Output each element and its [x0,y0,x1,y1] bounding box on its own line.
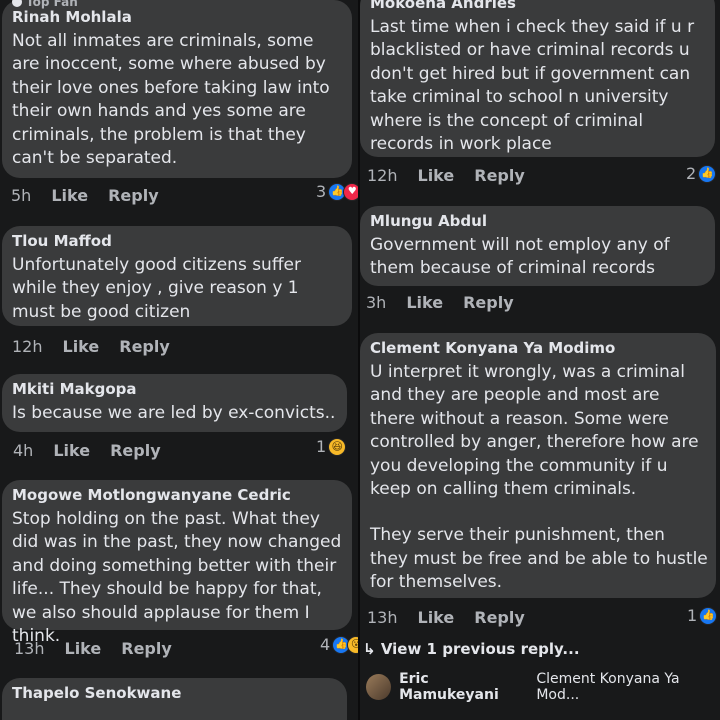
like-button[interactable]: Like [53,441,90,460]
comment-bubble: Mlungu Abdul Government will not employ … [360,206,715,286]
comment-author[interactable]: Mokoena Andries [370,0,707,13]
love-reaction-icon: ♥ [343,182,358,201]
like-button[interactable]: Like [418,608,455,627]
top-fan-icon [12,0,22,7]
like-button[interactable]: Like [63,337,100,356]
comment-text: They serve their punishment, then they m… [370,525,708,593]
comment-actions: 12h Like Reply [12,335,170,357]
comment-bubble: Mokoena Andries Last time when i check t… [360,0,715,157]
comment-author[interactable]: Mogowe Motlongwanyane Cedric [12,486,344,505]
left-column: Top Fan Rinah Mohlala Not all inmates ar… [0,0,358,720]
reaction-summary[interactable]: 2 👍 [686,164,717,183]
reaction-count: 1 [687,606,698,625]
comment-time[interactable]: 5h [11,186,31,205]
comment-author[interactable]: Tlou Maffod [12,232,344,251]
reply-button[interactable]: Reply [474,608,525,627]
reaction-count: 3 [316,182,327,201]
comment-time[interactable]: 12h [12,337,43,356]
comment-author[interactable]: Mkiti Makgopa [12,380,339,399]
comment-text: Last time when i check they said if u r … [370,17,695,155]
like-button[interactable]: Like [51,186,88,205]
reply-button[interactable]: Reply [463,293,514,312]
comment-time[interactable]: 12h [367,166,398,185]
comment-bubble: Clement Konyana Ya Modimo U interpret it… [360,333,716,598]
comment-text: U interpret it wrongly, was a criminal a… [370,362,699,500]
reaction-count: 2 [686,164,697,183]
comment-bubble: Top Fan Rinah Mohlala Not all inmates ar… [2,0,352,178]
comment-bubble: Thapelo Senokwane [2,678,347,720]
comment-time[interactable]: 13h [14,639,45,658]
comment-author[interactable]: Mlungu Abdul [370,212,707,231]
like-button[interactable]: Like [406,293,443,312]
top-fan-badge: Top Fan [12,0,344,9]
wow-reaction-icon: 😮 [347,635,358,654]
comment-text: Not all inmates are criminals, some are … [12,31,330,169]
comment-text: Stop holding on the past. What they did … [12,509,342,647]
like-button[interactable]: Like [65,639,102,658]
comment-actions: 5h Like Reply [11,184,159,206]
comment-text: Is because we are led by ex-convicts.. [12,403,336,423]
view-previous-replies-link[interactable]: ↳ View 1 previous reply... [363,640,580,658]
reply-button[interactable]: Reply [474,166,525,185]
comment-author[interactable]: Clement Konyana Ya Modimo [370,339,708,358]
comment-text: Unfortunately good citizens suffer while… [12,255,301,322]
reply-button[interactable]: Reply [108,186,159,205]
comment-author[interactable]: Thapelo Senokwane [12,684,339,703]
comment-bubble: Tlou Maffod Unfortunately good citizens … [2,226,352,326]
like-button[interactable]: Like [418,166,455,185]
comment-actions: 13h Like Reply [14,637,172,659]
comment-author[interactable]: Rinah Mohlala [12,8,344,27]
reaction-summary[interactable]: 1 😆 [316,437,347,456]
reply-button[interactable]: Reply [121,639,172,658]
haha-reaction-icon: 😆 [328,437,347,456]
comment-actions: 4h Like Reply [13,439,161,461]
comment-time[interactable]: 3h [366,293,386,312]
reply-button[interactable]: Reply [119,337,170,356]
comment-time[interactable]: 4h [13,441,33,460]
reply-arrow-icon: ↳ [363,640,376,658]
comment-bubble: Mkiti Makgopa Is because we are led by e… [2,374,347,432]
reaction-count: 4 [320,635,331,654]
reply-button[interactable]: Reply [110,441,161,460]
reaction-count: 1 [316,437,327,456]
like-reaction-icon: 👍 [699,606,718,625]
comment-bubble: Mogowe Motlongwanyane Cedric Stop holdin… [2,480,352,646]
like-reaction-icon: 👍 [698,164,717,183]
reply-preview[interactable]: Eric Mamukeyani Clement Konyana Ya Mod..… [366,671,720,703]
reply-snippet: Clement Konyana Ya Mod... [536,671,680,703]
reaction-summary[interactable]: 4 👍 😮 [320,635,358,654]
comment-actions: 12h Like Reply [367,164,525,186]
reply-author[interactable]: Eric Mamukeyani [399,671,528,703]
avatar[interactable] [366,674,392,700]
comment-time[interactable]: 13h [367,608,398,627]
comment-actions: 13h Like Reply [367,606,525,628]
right-column: Mokoena Andries Last time when i check t… [360,0,720,720]
reaction-summary[interactable]: 3 👍 ♥ [316,182,358,201]
comment-text: Government will not employ any of them b… [370,235,670,279]
comment-actions: 3h Like Reply [366,291,514,313]
reaction-summary[interactable]: 1 👍 [687,606,718,625]
